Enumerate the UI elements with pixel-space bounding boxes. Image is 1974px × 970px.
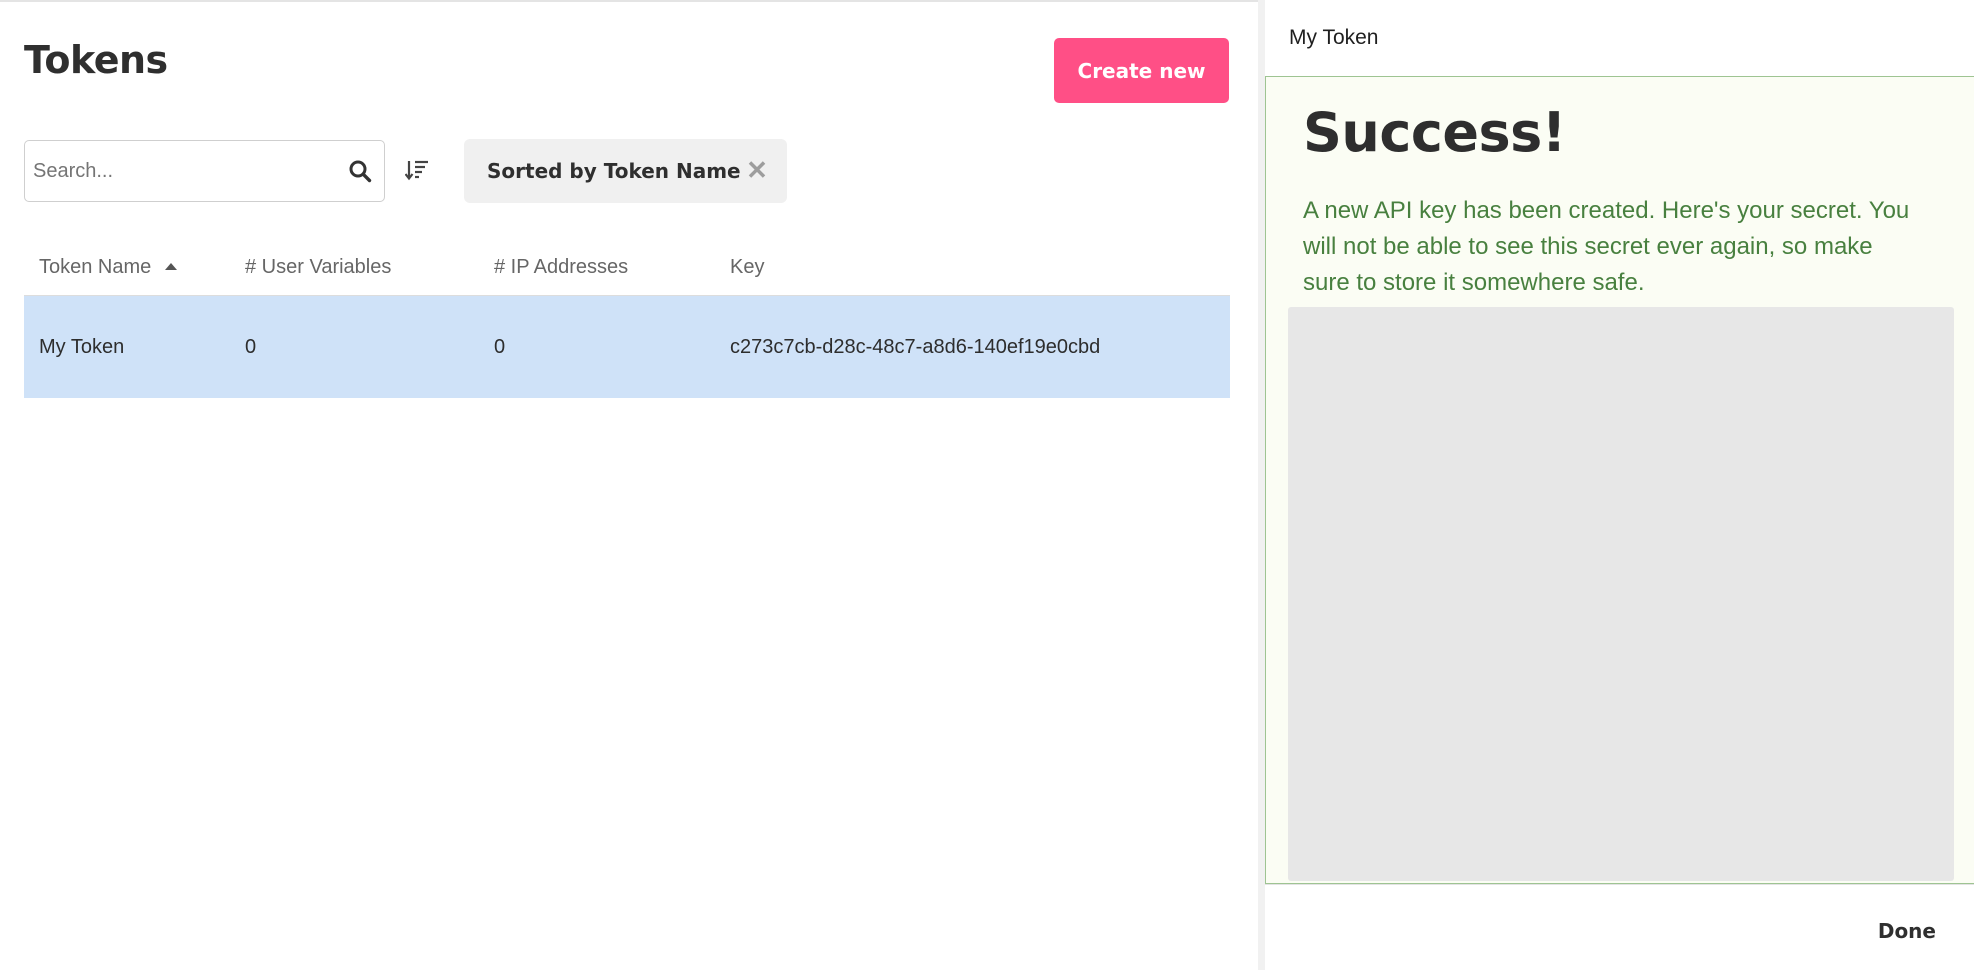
- success-message-box: Success! A new API key has been created.…: [1265, 76, 1974, 884]
- column-header-ip-addresses[interactable]: # IP Addresses: [494, 256, 628, 279]
- panel-title: My Token: [1289, 26, 1379, 49]
- sort-chip: Sorted by Token Name ✕: [464, 139, 787, 203]
- done-button[interactable]: Done: [1878, 919, 1936, 943]
- table-row[interactable]: My Token 0 0 c273c7cb-d28c-48c7-a8d6-140…: [24, 296, 1230, 398]
- token-detail-panel: My Token Success! A new API key has been…: [1265, 0, 1974, 970]
- cell-key: c273c7cb-d28c-48c7-a8d6-140ef19e0cbd: [730, 335, 1101, 358]
- create-new-button[interactable]: Create new: [1054, 38, 1229, 103]
- sort-ascending-icon: [165, 263, 178, 270]
- column-header-token-name[interactable]: Token Name: [39, 256, 178, 279]
- success-title: Success!: [1303, 101, 1566, 164]
- cell-ip-addresses: 0: [494, 335, 506, 358]
- table-header: Token Name # User Variables # IP Address…: [24, 240, 1230, 296]
- panel-footer: Done: [1265, 884, 1974, 970]
- close-icon[interactable]: ✕: [744, 155, 770, 185]
- column-header-key[interactable]: Key: [730, 256, 764, 279]
- secret-display[interactable]: [1288, 307, 1954, 881]
- page-title: Tokens: [24, 38, 168, 82]
- search-box: [24, 140, 385, 202]
- sort-chip-label: Sorted by Token Name: [487, 159, 741, 183]
- cell-token-name: My Token: [39, 335, 125, 358]
- column-header-user-variables[interactable]: # User Variables: [245, 256, 391, 279]
- tokens-panel: Tokens Create new Sorted by Token Name ✕…: [0, 0, 1260, 970]
- search-input[interactable]: [25, 141, 336, 201]
- column-header-label: Token Name: [39, 256, 152, 278]
- panel-divider[interactable]: [1258, 0, 1265, 970]
- sort-icon[interactable]: [400, 152, 434, 188]
- tokens-table: Token Name # User Variables # IP Address…: [24, 240, 1230, 398]
- success-message: A new API key has been created. Here's y…: [1303, 197, 1910, 296]
- cell-user-variables: 0: [245, 335, 257, 358]
- search-icon[interactable]: [336, 141, 384, 201]
